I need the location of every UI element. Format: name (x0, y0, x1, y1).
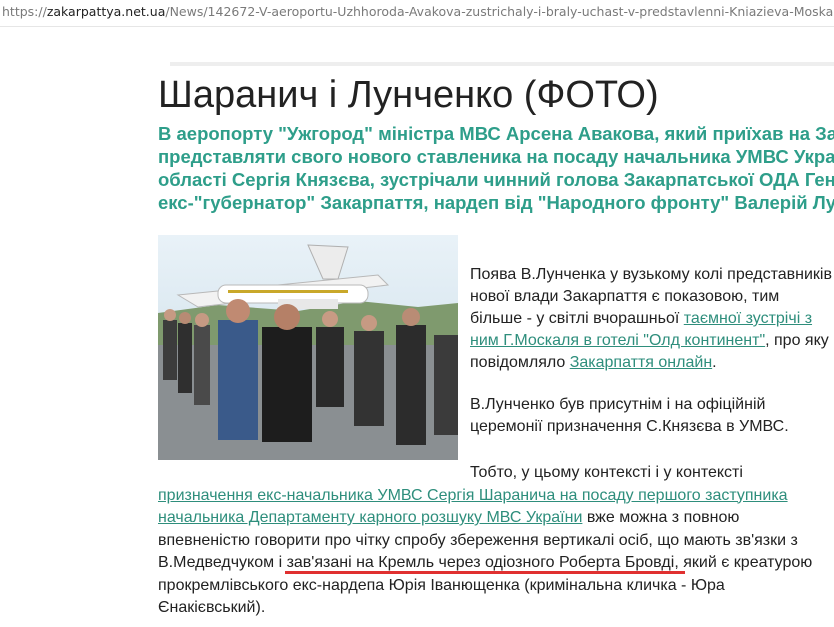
lead-line: представляти свого нового ставленика на … (158, 146, 834, 167)
lead-line: В аеропорту "Ужгород" міністра МВС Арсен… (158, 123, 834, 144)
paragraph: В.Лунченко був присутнім і на офіційній … (470, 396, 789, 435)
address-bar[interactable]: https://zakarpattya.net.ua/News/142672-V… (0, 0, 834, 27)
lead-line: екс-"губернатор" Закарпаття, нардеп від … (158, 192, 834, 213)
photo-illustration (158, 235, 458, 460)
url-path: /News/142672-V-aeroportu-Uzhhoroda-Avako… (165, 4, 834, 19)
article-continuation: Тобто, у цьому контексті і у контексті п… (158, 462, 834, 620)
page-title: Шаранич і Лунченко (ФОТО) (158, 74, 659, 116)
red-underline-annotation (285, 571, 685, 574)
lead-line: області Сергія Князєва, зустрічали чинни… (158, 169, 834, 190)
header-divider (170, 62, 834, 66)
page-header-area (0, 27, 834, 65)
article-body: Поява В.Лунченка у вузькому колі предста… (470, 264, 834, 458)
paragraph-start: Тобто, у цьому контексті і у контексті (470, 464, 743, 481)
paragraph-text: . (712, 354, 717, 371)
link-zakarpattya-online[interactable]: Закарпаття онлайн (570, 354, 712, 371)
article-lead: В аеропорту "Ужгород" міністра МВС Арсен… (158, 122, 834, 214)
url-scheme: https:// (2, 4, 47, 19)
paragraph: Поява В.Лунченка у вузькому колі предста… (470, 264, 834, 374)
url-host: zakarpattya.net.ua (46, 4, 166, 19)
article-photo[interactable] (158, 235, 458, 460)
